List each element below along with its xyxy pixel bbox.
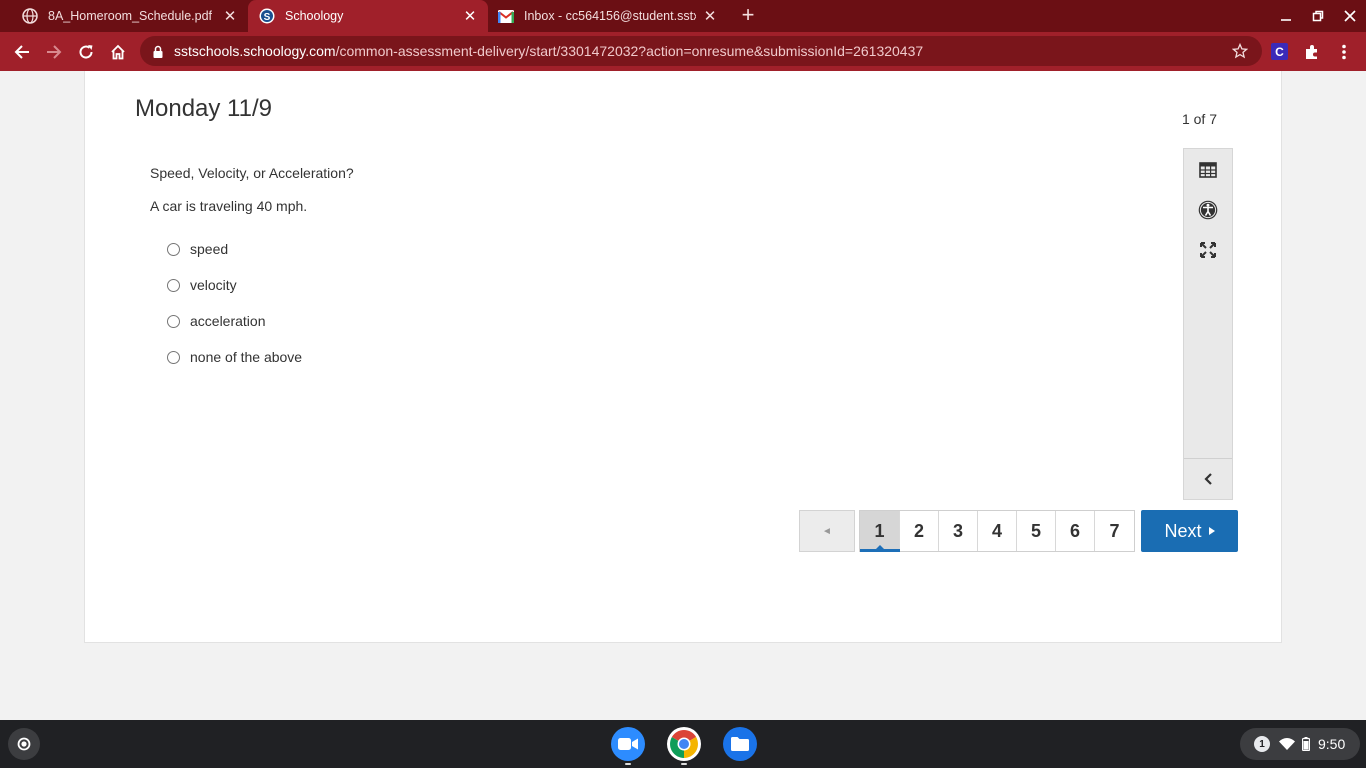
svg-text:S: S <box>264 12 271 23</box>
option-velocity[interactable]: velocity <box>167 267 302 303</box>
radio-button[interactable] <box>167 350 180 364</box>
tab-title: Inbox - cc564156@student.sstx <box>524 9 696 23</box>
tab-title: 8A_Homeroom_Schedule.pdf <box>48 9 212 23</box>
option-none-of-the-above[interactable]: none of the above <box>167 339 302 375</box>
collapse-panel-icon[interactable] <box>1184 459 1232 499</box>
running-indicator <box>625 763 631 765</box>
page-button-5[interactable]: 5 <box>1017 511 1056 551</box>
option-acceleration[interactable]: acceleration <box>167 303 302 339</box>
close-window-icon[interactable] <box>1340 6 1360 26</box>
radio-button[interactable] <box>167 242 180 256</box>
url-host: sstschools.schoology.com <box>174 43 336 59</box>
reload-icon[interactable] <box>74 40 98 64</box>
browser-toolbar: sstschools.schoology.com/common-assessme… <box>0 32 1366 71</box>
chrome-icon[interactable] <box>667 727 701 761</box>
calculator-icon[interactable] <box>1184 150 1232 190</box>
next-button[interactable]: Next <box>1141 510 1238 552</box>
notification-count: 1 <box>1254 736 1270 752</box>
tab-schoology[interactable]: S Schoology ✕ <box>248 0 488 32</box>
running-indicator <box>681 763 687 765</box>
question-pager: ◄ 1 2 3 4 5 6 7 Next <box>799 510 1238 552</box>
forward-arrow-icon[interactable] <box>42 40 66 64</box>
extension-c-icon[interactable]: C <box>1271 43 1288 60</box>
wifi-icon <box>1279 738 1295 750</box>
browser-menu-icon[interactable] <box>1332 40 1356 64</box>
option-speed[interactable]: speed <box>167 231 302 267</box>
tab-strip: 8A_Homeroom_Schedule.pdf ✕ S Schoology ✕… <box>0 0 1366 32</box>
previous-button[interactable]: ◄ <box>799 510 855 552</box>
address-bar[interactable]: sstschools.schoology.com/common-assessme… <box>140 36 1262 66</box>
page-content: Monday 11/9 1 of 7 Speed, Velocity, or A… <box>0 71 1366 720</box>
question-text: Speed, Velocity, or Acceleration? <box>150 165 354 181</box>
question-counter: 1 of 7 <box>1181 111 1217 127</box>
files-icon[interactable] <box>723 727 757 761</box>
extensions-puzzle-icon[interactable] <box>1300 40 1324 64</box>
battery-icon <box>1302 737 1310 751</box>
globe-icon <box>22 8 38 24</box>
tools-panel <box>1183 148 1233 500</box>
fullscreen-icon[interactable] <box>1184 230 1232 270</box>
radio-button[interactable] <box>167 314 180 328</box>
tab-homeroom-schedule[interactable]: 8A_Homeroom_Schedule.pdf ✕ <box>8 0 246 32</box>
schoology-icon: S <box>259 8 275 24</box>
page-title: Monday 11/9 <box>135 95 272 122</box>
lock-icon <box>153 45 165 58</box>
clock-time: 9:50 <box>1318 736 1346 752</box>
restore-icon[interactable] <box>1308 6 1328 26</box>
close-tab-icon[interactable]: ✕ <box>702 8 718 25</box>
page-button-1[interactable]: 1 <box>860 511 900 552</box>
minimize-icon[interactable] <box>1276 6 1296 26</box>
option-label: acceleration <box>190 313 266 329</box>
assessment-card: Monday 11/9 1 of 7 Speed, Velocity, or A… <box>84 71 1282 643</box>
url-text: sstschools.schoology.com/common-assessme… <box>174 43 923 59</box>
launcher-icon[interactable] <box>8 728 40 760</box>
page-button-7[interactable]: 7 <box>1095 511 1134 551</box>
accessibility-icon[interactable] <box>1184 190 1232 230</box>
bookmark-star-icon[interactable] <box>1231 42 1249 64</box>
back-arrow-icon[interactable] <box>10 40 34 64</box>
url-path: /common-assessment-delivery/start/330147… <box>335 43 924 59</box>
next-label: Next <box>1164 520 1202 541</box>
tab-title: Schoology <box>285 9 344 23</box>
page-button-6[interactable]: 6 <box>1056 511 1095 551</box>
close-tab-icon[interactable]: ✕ <box>462 8 478 25</box>
option-label: velocity <box>190 277 237 293</box>
option-label: speed <box>190 241 229 257</box>
os-shelf: 1 9:50 <box>0 720 1366 768</box>
radio-button[interactable] <box>167 278 180 292</box>
option-label: none of the above <box>190 349 303 365</box>
page-button-2[interactable]: 2 <box>900 511 939 551</box>
page-button-4[interactable]: 4 <box>978 511 1017 551</box>
gmail-icon <box>498 8 514 24</box>
page-numbers: 1 2 3 4 5 6 7 <box>859 510 1135 552</box>
close-tab-icon[interactable]: ✕ <box>222 8 238 25</box>
answer-options: speed velocity acceleration none of the … <box>167 231 302 375</box>
question-prompt: A car is traveling 40 mph. <box>150 198 308 214</box>
home-icon[interactable] <box>106 40 130 64</box>
tab-gmail-inbox[interactable]: Inbox - cc564156@student.sstx ✕ <box>488 0 728 32</box>
new-tab-button[interactable]: + <box>737 4 759 27</box>
status-tray[interactable]: 1 9:50 <box>1240 728 1360 760</box>
play-arrow-icon <box>1208 527 1215 535</box>
page-button-3[interactable]: 3 <box>939 511 978 551</box>
zoom-icon[interactable] <box>611 727 645 761</box>
